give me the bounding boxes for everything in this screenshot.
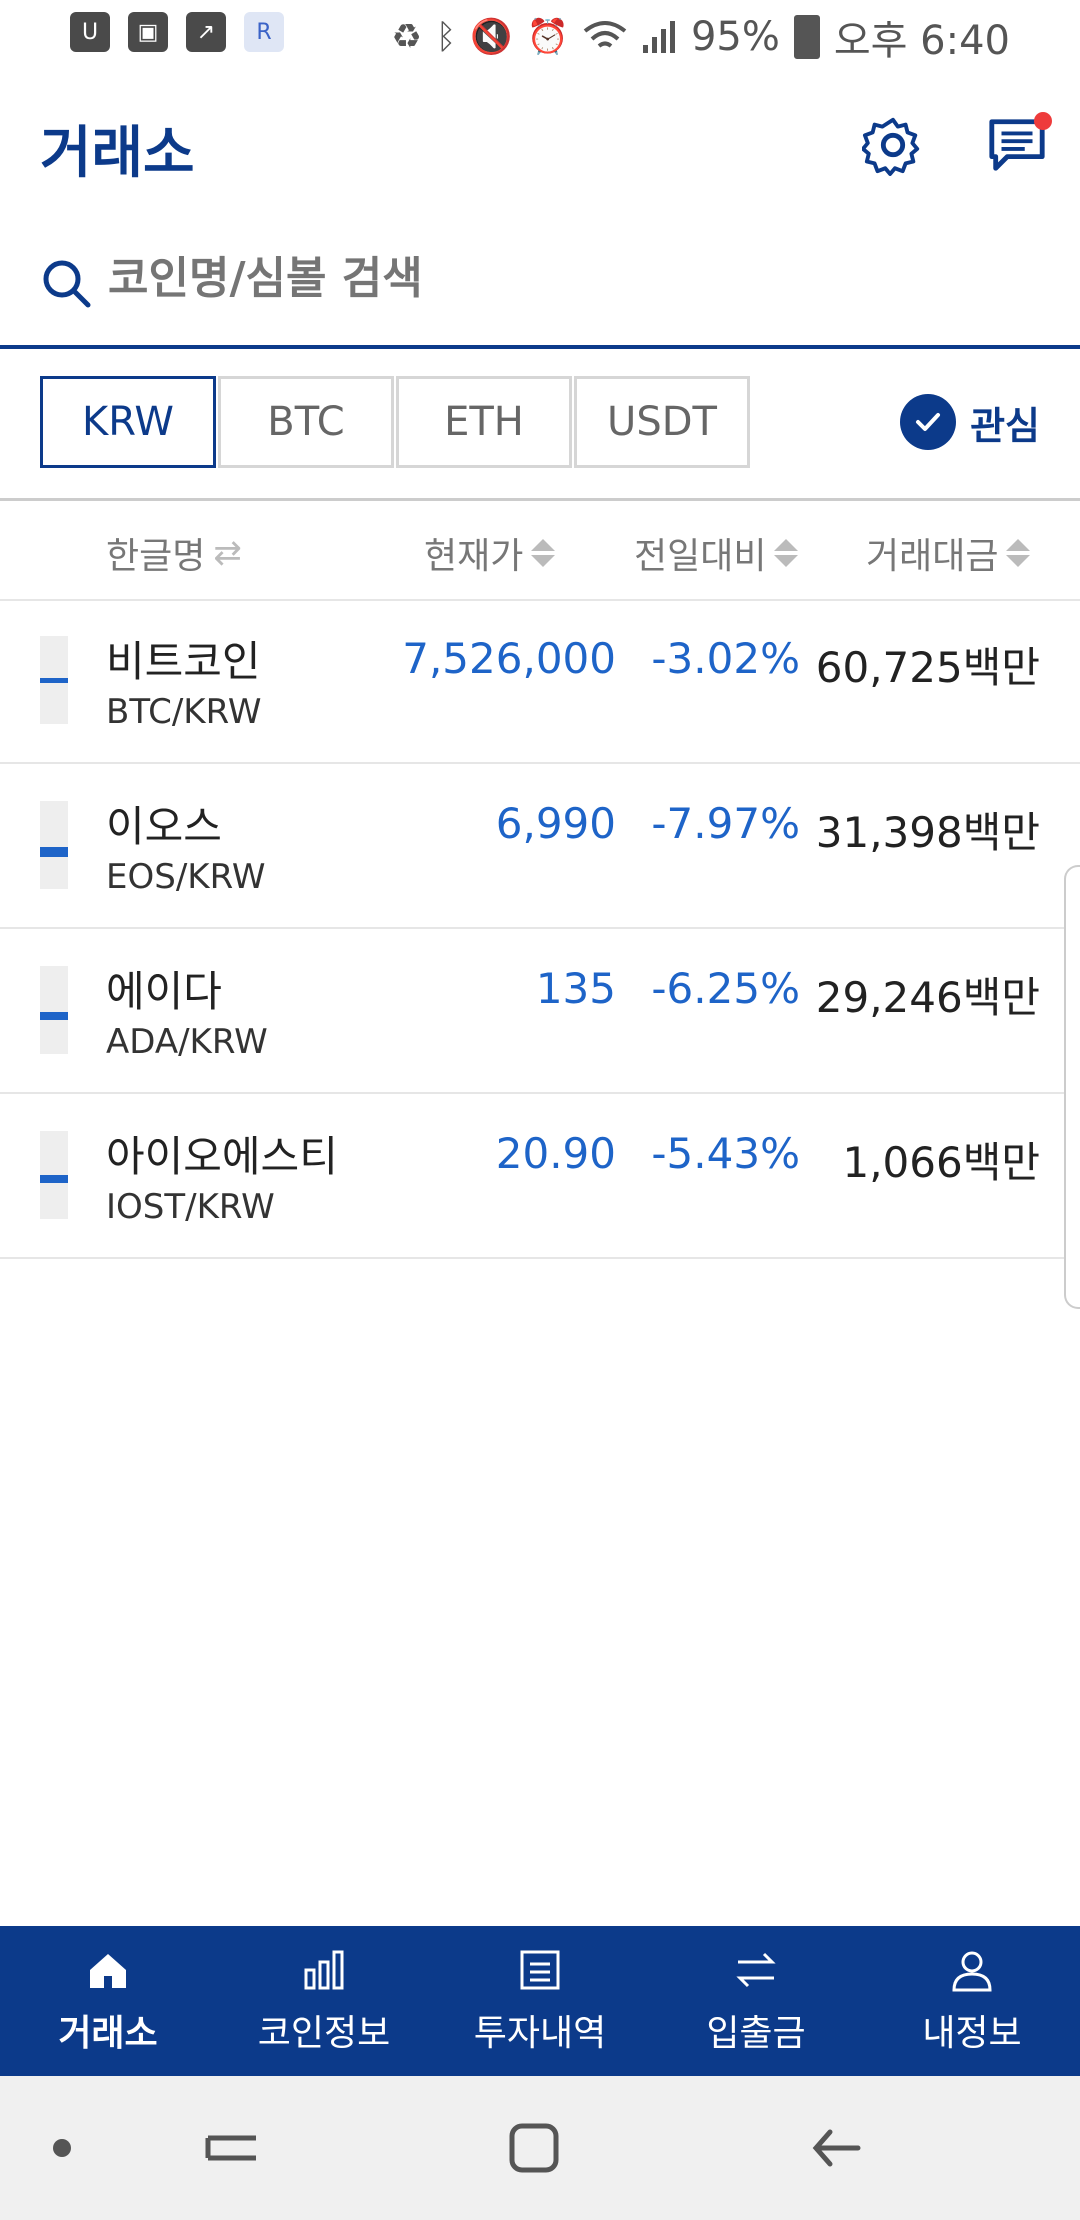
transfer-icon: [736, 1952, 776, 1988]
alarm-icon: ⏰: [526, 17, 569, 57]
favorites-toggle[interactable]: 관심: [900, 394, 1040, 450]
coin-change: -6.25%: [651, 964, 800, 1013]
check-icon: [900, 394, 957, 450]
mini-candle-chart: [40, 801, 68, 889]
home-button-icon[interactable]: [498, 2112, 570, 2184]
page-title: 거래소: [40, 121, 195, 186]
tab-btc[interactable]: BTC: [218, 376, 394, 468]
table-row[interactable]: 에이다 ADA/KRW 135 -6.25% 29,246백만: [0, 928, 1080, 1094]
coin-price: 7,526,000: [402, 634, 616, 683]
col-volume-label: 거래대금: [866, 536, 999, 577]
bluetooth-icon: ᛒ: [435, 17, 457, 57]
back-icon[interactable]: [800, 2112, 872, 2184]
coin-pair: IOST/KRW: [106, 1187, 275, 1227]
system-nav-bar: [0, 2076, 1080, 2220]
mute-icon: 🔇: [470, 17, 513, 57]
coin-pair: ADA/KRW: [106, 1022, 268, 1062]
coin-pair: EOS/KRW: [106, 857, 266, 897]
recent-apps-icon[interactable]: [196, 2112, 268, 2184]
tab-krw[interactable]: KRW: [40, 376, 216, 468]
coin-change: -3.02%: [651, 634, 800, 683]
recycle-icon: ♻: [391, 17, 422, 57]
mini-candle-chart: [40, 636, 68, 724]
nav-deposit-withdraw-label: 입출금: [706, 2013, 806, 2054]
coin-volume: 60,725백만: [815, 643, 1040, 692]
nav-coin-info-label: 코인정보: [257, 2013, 391, 2054]
col-volume[interactable]: 거래대금: [866, 527, 1031, 579]
nav-my-info-label: 내정보: [922, 2013, 1022, 2054]
coin-volume: 1,066백만: [842, 1138, 1040, 1187]
table-row[interactable]: 비트코인 BTC/KRW 7,526,000 -3.02% 60,725백만: [0, 598, 1080, 764]
coin-change: -7.97%: [651, 799, 800, 848]
document-icon: [520, 1950, 560, 1990]
coin-name: 에이다: [106, 967, 222, 1016]
home-icon: [90, 1954, 126, 1988]
bar-chart-icon: [304, 1950, 344, 1990]
status-left-icons: U ▣ ↗ R: [70, 12, 284, 52]
coin-volume: 31,398백만: [815, 808, 1040, 857]
sort-icon: [531, 539, 556, 567]
tab-eth[interactable]: ETH: [396, 376, 572, 468]
nav-my-info[interactable]: 내정보: [864, 1926, 1080, 2076]
nav-deposit-withdraw[interactable]: 입출금: [648, 1926, 864, 2076]
app-header: 거래소: [0, 90, 1080, 200]
battery-icon: [793, 15, 820, 59]
search-bar[interactable]: [0, 235, 1080, 349]
usim-app-icon: U: [70, 12, 110, 52]
col-change-label: 전일대비: [634, 536, 767, 577]
col-price[interactable]: 현재가: [424, 527, 556, 579]
search-icon: [43, 260, 91, 308]
market-tabs: KRW BTC ETH USDT: [40, 376, 752, 468]
table-row[interactable]: 이오스 EOS/KRW 6,990 -7.97% 31,398백만: [0, 763, 1080, 929]
coin-name: 이오스: [106, 802, 222, 851]
sort-icon: [774, 539, 799, 567]
status-right: ♻ ᛒ 🔇 ⏰ 95% 오후 6:40: [391, 8, 1010, 66]
swap-icon: ⇄: [213, 533, 242, 573]
mini-candle-chart: [40, 966, 68, 1054]
table-header: 한글명 ⇄ 현재가 전일대비 거래대금: [0, 498, 1080, 601]
nav-history-label: 투자내역: [473, 2013, 607, 2054]
mini-candle-chart: [40, 1131, 68, 1219]
coin-volume: 29,246백만: [815, 973, 1040, 1022]
col-change[interactable]: 전일대비: [634, 527, 799, 579]
signal-icon: [642, 21, 675, 53]
col-name-label: 한글명: [106, 536, 206, 577]
stock-chart-icon: ↗: [186, 12, 226, 52]
coin-name: 아이오에스티: [106, 1132, 338, 1181]
bottom-nav: 거래소 코인정보 투자내역 입출금 내정보: [0, 1926, 1080, 2076]
nav-exchange-label: 거래소: [58, 2013, 158, 2054]
coin-price: 6,990: [495, 799, 616, 848]
dot-icon[interactable]: [26, 2112, 98, 2184]
coin-price: 20.90: [495, 1129, 616, 1178]
edge-panel-handle[interactable]: [1064, 865, 1080, 1309]
wifi-icon: [583, 21, 627, 48]
table-row[interactable]: 아이오에스티 IOST/KRW 20.90 -5.43% 1,066백만: [0, 1093, 1080, 1259]
status-bar: U ▣ ↗ R ♻ ᛒ 🔇 ⏰ 95% 오후 6:40: [0, 0, 1080, 72]
tab-usdt[interactable]: USDT: [574, 376, 750, 468]
favorites-label: 관심: [970, 403, 1040, 448]
sort-icon: [1006, 539, 1031, 567]
nav-coin-info[interactable]: 코인정보: [216, 1926, 432, 2076]
battery-percent: 95%: [690, 14, 780, 60]
person-icon: [952, 1951, 992, 1992]
notification-dot: [1034, 112, 1052, 130]
gallery-icon: ▣: [128, 12, 168, 52]
gear-icon[interactable]: [862, 114, 924, 176]
app-r-icon: R: [244, 12, 284, 52]
coin-price: 135: [535, 964, 616, 1013]
nav-exchange[interactable]: 거래소: [0, 1926, 216, 2076]
coin-change: -5.43%: [651, 1129, 800, 1178]
coin-name: 비트코인: [106, 637, 261, 686]
nav-history[interactable]: 투자내역: [432, 1926, 648, 2076]
coin-pair: BTC/KRW: [106, 692, 262, 732]
clock: 오후 6:40: [833, 18, 1010, 64]
search-input[interactable]: [108, 253, 808, 304]
col-price-label: 현재가: [424, 536, 524, 577]
col-name[interactable]: 한글명 ⇄: [106, 527, 242, 579]
